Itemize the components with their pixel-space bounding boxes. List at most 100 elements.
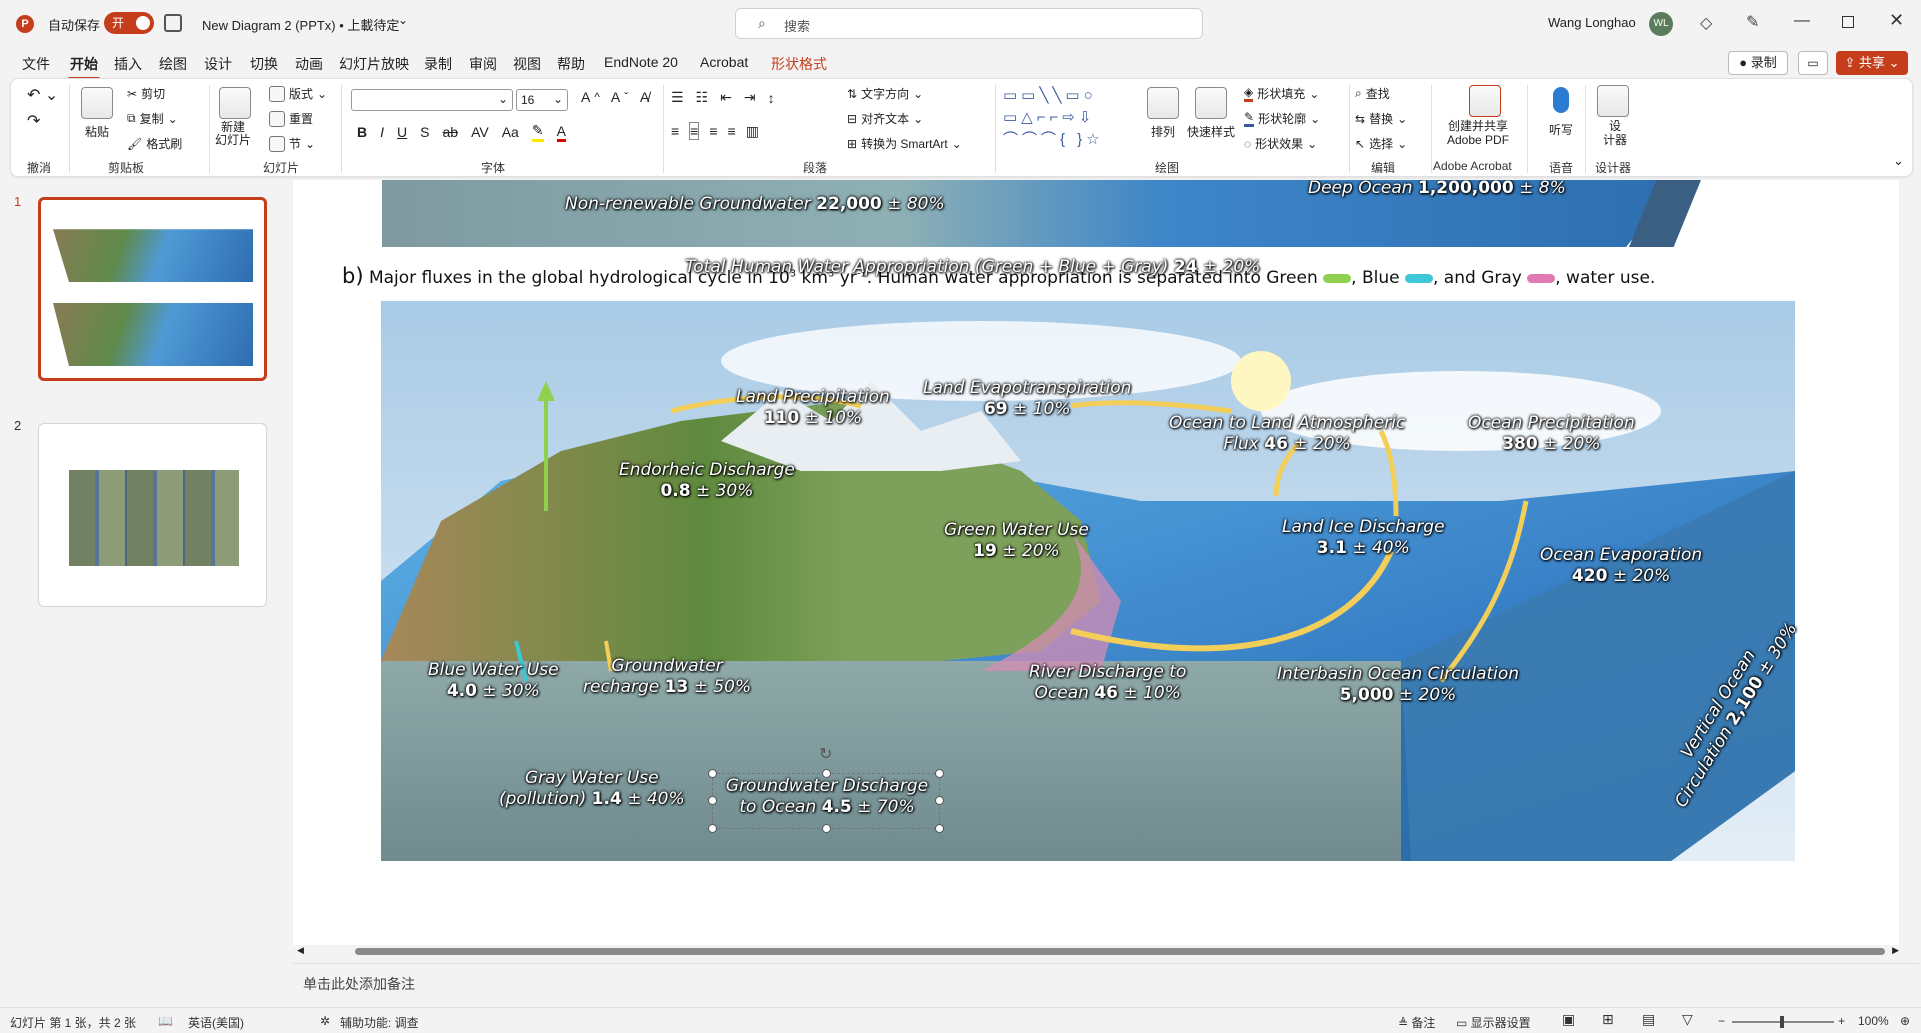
reading-view-icon[interactable]: ▤ bbox=[1642, 1011, 1655, 1028]
resize-handle[interactable] bbox=[822, 769, 831, 778]
resize-handle[interactable] bbox=[935, 769, 944, 778]
redo-button[interactable]: ↷ bbox=[27, 111, 40, 131]
rotate-handle-icon[interactable]: ↻ bbox=[819, 744, 832, 764]
shape-outline-button[interactable]: ✎ 形状轮廓 ⌄ bbox=[1244, 110, 1320, 127]
record-button[interactable]: ● 录制 bbox=[1728, 51, 1788, 75]
save-icon[interactable] bbox=[164, 14, 182, 32]
resize-handle[interactable] bbox=[935, 824, 944, 833]
find-button[interactable]: ⌕ 查找 bbox=[1355, 85, 1390, 102]
new-slide-icon[interactable] bbox=[219, 87, 251, 119]
new-slide-label[interactable]: 新建 幻灯片 bbox=[215, 121, 251, 147]
language-indicator[interactable]: 英语(美国) bbox=[188, 1014, 244, 1031]
font-size-select[interactable]: 16 ⌄ bbox=[516, 89, 568, 111]
resize-handle[interactable] bbox=[935, 796, 944, 805]
pen-icon[interactable]: ✎ bbox=[1746, 12, 1759, 32]
share-button[interactable]: ⇪ 共享 ⌄ bbox=[1836, 51, 1908, 75]
replace-button[interactable]: ⇆ 替换 ⌄ bbox=[1355, 110, 1407, 127]
resize-handle[interactable] bbox=[708, 796, 717, 805]
select-button[interactable]: ↖ 选择 ⌄ bbox=[1355, 135, 1407, 152]
designer-icon[interactable] bbox=[1597, 85, 1629, 117]
diamond-icon[interactable]: ◇ bbox=[1700, 13, 1712, 33]
section-button[interactable]: 节 ⌄ bbox=[269, 135, 315, 152]
arrange-label[interactable]: 排列 bbox=[1151, 123, 1175, 140]
quick-styles-label[interactable]: 快速样式 bbox=[1187, 123, 1235, 140]
arrange-icon[interactable] bbox=[1147, 87, 1179, 119]
notes-button[interactable]: ≜ 备注 bbox=[1398, 1014, 1435, 1031]
scroll-left-icon[interactable]: ◀ bbox=[297, 945, 304, 956]
cut-button[interactable]: ✂ 剪切 bbox=[127, 85, 165, 102]
slide-thumbnail-2[interactable] bbox=[38, 423, 267, 607]
selected-textbox[interactable]: Groundwater Discharge to Ocean 4.5 ± 70%… bbox=[708, 746, 944, 833]
quick-styles-icon[interactable] bbox=[1195, 87, 1227, 119]
shapes-gallery[interactable]: ▭▭╲╲▭○ ▭△⌐⌐⇨⇩ ⌒⌒⌒{ }☆ bbox=[1003, 85, 1143, 151]
minimize-icon[interactable]: — bbox=[1794, 12, 1810, 30]
tab-home[interactable]: 开始 bbox=[68, 54, 100, 80]
microphone-icon[interactable] bbox=[1553, 87, 1569, 113]
fit-slide-icon[interactable]: ⊕ bbox=[1900, 1014, 1910, 1028]
collapse-ribbon-icon[interactable]: ⌄ bbox=[1893, 153, 1904, 169]
format-painter-button[interactable]: 🖌 格式刷 bbox=[127, 135, 182, 152]
designer-label[interactable]: 设 计器 bbox=[1603, 119, 1627, 147]
tab-record[interactable]: 录制 bbox=[422, 54, 454, 74]
scroll-thumb[interactable] bbox=[355, 948, 1885, 955]
resize-handle[interactable] bbox=[708, 769, 717, 778]
accessibility-status[interactable]: 辅助功能: 调查 bbox=[340, 1014, 419, 1031]
avatar[interactable]: WL bbox=[1649, 12, 1673, 36]
tab-slideshow[interactable]: 幻灯片放映 bbox=[337, 54, 411, 74]
dictate-label[interactable]: 听写 bbox=[1549, 121, 1573, 138]
smartart-button[interactable]: ⊞ 转换为 SmartArt ⌄ bbox=[847, 135, 962, 152]
tab-transitions[interactable]: 切换 bbox=[248, 54, 280, 74]
zoom-in-icon[interactable]: + bbox=[1838, 1014, 1845, 1028]
restore-icon[interactable] bbox=[1842, 16, 1854, 28]
horizontal-scrollbar[interactable]: ◀ ▶ bbox=[295, 944, 1901, 958]
zoom-level[interactable]: 100% bbox=[1858, 1014, 1889, 1028]
zoom-slider[interactable] bbox=[1732, 1016, 1834, 1028]
tab-animations[interactable]: 动画 bbox=[293, 54, 325, 74]
list-buttons[interactable]: ☰ ☷ ⇤ ⇥ ↕ bbox=[671, 89, 775, 106]
accessibility-icon[interactable]: ✲ bbox=[320, 1014, 330, 1028]
font-size-controls[interactable]: A ^ Aˇ A̸ bbox=[581, 89, 649, 105]
zoom-thumb[interactable] bbox=[1780, 1016, 1784, 1028]
undo-button[interactable]: ↶ ⌄ bbox=[27, 85, 58, 105]
search-box[interactable]: ⌕ 搜索 bbox=[735, 8, 1203, 39]
notes-placeholder[interactable]: 单击此处添加备注 bbox=[303, 974, 415, 994]
paste-label[interactable]: 粘贴 bbox=[85, 123, 109, 140]
tab-insert[interactable]: 插入 bbox=[112, 54, 144, 74]
display-settings-button[interactable]: ▭ 显示器设置 bbox=[1456, 1014, 1531, 1031]
notes-pane[interactable]: 单击此处添加备注 bbox=[293, 963, 1919, 1007]
normal-view-icon[interactable]: ▣ bbox=[1562, 1011, 1575, 1028]
tab-file[interactable]: 文件 bbox=[20, 54, 52, 74]
tab-endnote[interactable]: EndNote 20 bbox=[602, 54, 680, 70]
font-name-select[interactable]: ⌄ bbox=[351, 89, 513, 111]
slide-thumbnail-1[interactable] bbox=[38, 197, 267, 381]
layout-button[interactable]: 版式 ⌄ bbox=[269, 85, 327, 102]
pdf-icon[interactable] bbox=[1469, 85, 1501, 117]
resize-handle[interactable] bbox=[822, 824, 831, 833]
align-buttons[interactable]: ≡ ≡ ≡ ≡ ▥ bbox=[671, 122, 759, 140]
tab-draw[interactable]: 绘图 bbox=[157, 54, 189, 74]
create-pdf-label[interactable]: 创建并共享 Adobe PDF bbox=[1447, 119, 1509, 147]
tab-view[interactable]: 视图 bbox=[511, 54, 543, 74]
scroll-right-icon[interactable]: ▶ bbox=[1892, 945, 1899, 956]
zoom-out-icon[interactable]: − bbox=[1718, 1014, 1725, 1028]
text-direction-button[interactable]: ⇅ 文字方向 ⌄ bbox=[847, 85, 923, 102]
tab-review[interactable]: 审阅 bbox=[467, 54, 499, 74]
autosave-toggle[interactable]: 开 bbox=[104, 12, 154, 34]
tab-design[interactable]: 设计 bbox=[202, 54, 234, 74]
reset-button[interactable]: 重置 bbox=[269, 110, 313, 127]
resize-handle[interactable] bbox=[708, 824, 717, 833]
user-name[interactable]: Wang Longhao bbox=[1548, 15, 1636, 30]
close-icon[interactable]: ✕ bbox=[1889, 10, 1904, 31]
font-style-buttons[interactable]: B I U Sab AV Aa ✎ A bbox=[357, 122, 566, 142]
slide-sorter-icon[interactable]: ⊞ bbox=[1602, 1011, 1614, 1028]
shape-effects-button[interactable]: ◌ 形状效果 ⌄ bbox=[1244, 135, 1317, 152]
slideshow-icon[interactable]: ▽ bbox=[1682, 1011, 1693, 1028]
slide[interactable]: Non-renewable Groundwater 22,000 ± 80% D… bbox=[293, 180, 1899, 945]
copy-button[interactable]: ⧉ 复制 ⌄ bbox=[127, 110, 178, 127]
tab-shape-format[interactable]: 形状格式 bbox=[769, 54, 829, 74]
align-text-button[interactable]: ⊟ 对齐文本 ⌄ bbox=[847, 110, 923, 127]
paste-icon[interactable] bbox=[81, 87, 113, 119]
tab-help[interactable]: 帮助 bbox=[555, 54, 587, 74]
document-title[interactable]: New Diagram 2 (PPTx) • 上載待定 bbox=[202, 15, 399, 34]
shape-fill-button[interactable]: ◈ 形状填充 ⌄ bbox=[1244, 85, 1319, 102]
